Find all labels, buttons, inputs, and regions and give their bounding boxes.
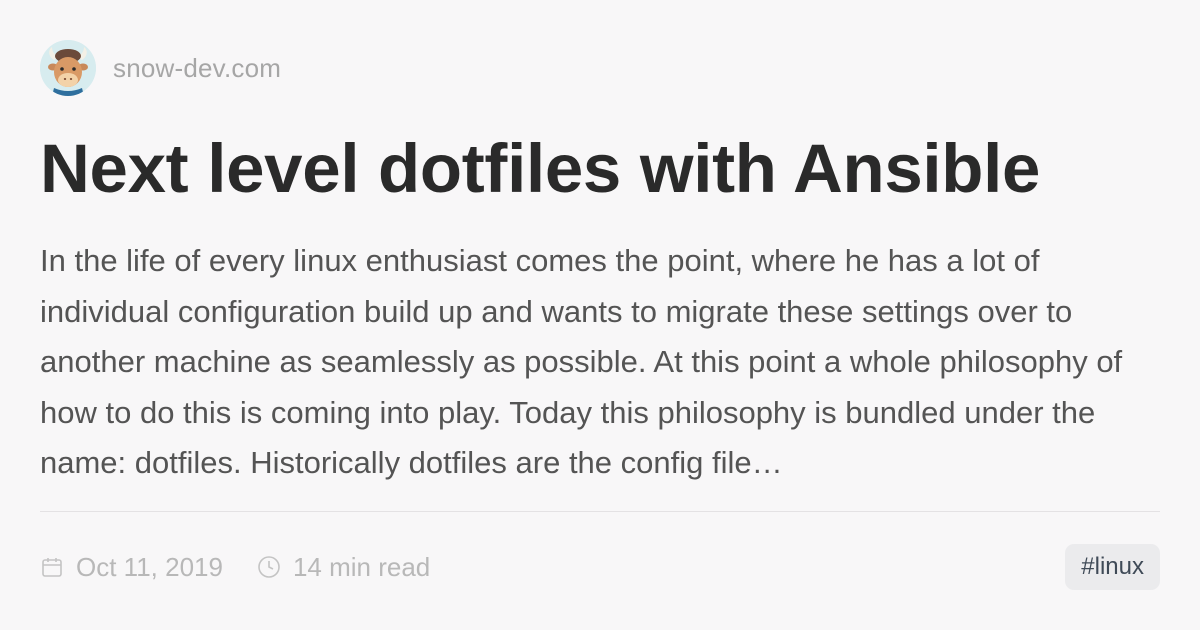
yak-avatar-icon[interactable] (40, 40, 96, 96)
share-card: snow-dev.com Next level dotfiles with An… (40, 40, 1160, 590)
tag-linux[interactable]: #linux (1065, 544, 1160, 590)
post-meta: Oct 11, 2019 14 min read #linux (40, 543, 1160, 591)
calendar-icon (40, 555, 64, 579)
divider (40, 511, 1160, 512)
post-excerpt: In the life of every linux enthusiast co… (40, 243, 1123, 480)
post-date: Oct 11, 2019 (40, 552, 223, 583)
reading-time-label: 14 min read (292, 551, 431, 582)
reading-time: 14 min read (257, 552, 430, 583)
post-title: Next level dotfiles with Ansible (40, 130, 1041, 207)
site-name[interactable]: snow-dev.com (113, 53, 281, 84)
clock-icon (257, 555, 281, 579)
site-header: snow-dev.com (40, 40, 1160, 96)
post-date-label: Oct 11, 2019 (76, 551, 223, 582)
